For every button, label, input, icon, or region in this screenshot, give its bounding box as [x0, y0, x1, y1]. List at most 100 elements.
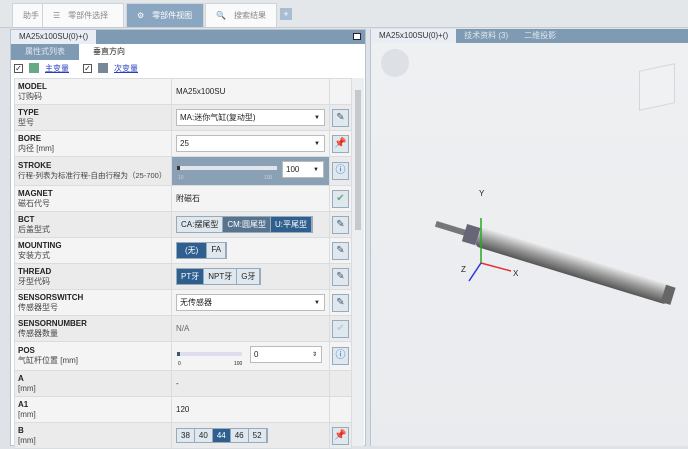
edit-button[interactable]: ✎: [332, 215, 349, 234]
parts-icon: ☰: [53, 11, 61, 20]
stroke-slider[interactable]: [177, 166, 277, 170]
z-axis: [468, 262, 482, 282]
option-pt[interactable]: PT牙: [177, 269, 205, 284]
chevron-down-icon: ▼: [313, 166, 319, 173]
cylinder-model[interactable]: [371, 43, 688, 443]
option-fa[interactable]: FA: [207, 243, 227, 258]
pos-value: 0: [254, 350, 259, 359]
row-name: SENSORNUMBER: [18, 318, 87, 328]
tab-3d-model[interactable]: MA25x100SU(0)+(): [371, 29, 457, 43]
subtab-list[interactable]: 属性式列表: [11, 44, 79, 60]
option-npt[interactable]: NPT牙: [204, 269, 238, 284]
info-button[interactable]: ⓘ: [332, 162, 349, 180]
row-name: STROKE: [18, 161, 52, 170]
model-value: MA25x100SU: [171, 78, 330, 105]
row-desc: 牙型代码: [18, 276, 50, 286]
table-row: SENSORNUMBER 传感器数量 N/A ✔: [14, 315, 352, 342]
a1-value: 120: [171, 396, 330, 423]
table-row: POS 气缸杆位置 [mm] 0 100 0 ⇕ ⓘ: [14, 341, 352, 371]
option-44[interactable]: 44: [212, 429, 231, 442]
row-desc: 型号: [18, 117, 34, 127]
edit-button[interactable]: ✎: [332, 241, 349, 260]
row-name: TYPE: [18, 107, 39, 117]
row-desc: 传感器型号: [18, 302, 58, 312]
slider-max: 100: [264, 175, 273, 181]
vertical-scrollbar[interactable]: [352, 78, 364, 446]
option-46[interactable]: 46: [230, 429, 249, 442]
add-tab-button[interactable]: +: [280, 8, 292, 20]
primary-variable-checkbox[interactable]: ✓: [14, 63, 23, 73]
chevron-down-icon: ▼: [314, 299, 320, 306]
bore-select[interactable]: 25 ▼: [176, 135, 325, 152]
tab-label: 助手: [23, 11, 39, 20]
secondary-variable-checkbox[interactable]: ✓: [83, 63, 92, 73]
maximize-icon[interactable]: [353, 33, 361, 40]
tab-search-results[interactable]: 🔍 搜索结果: [205, 3, 277, 27]
top-tab-bar: 助手 ☰ 零部件选择 ⚙ 零部件视图 🔍 搜索结果 +: [0, 0, 688, 28]
table-row: A [mm] -: [14, 370, 352, 397]
tab-label: 零部件视图: [152, 11, 193, 20]
option-none[interactable]: (无): [177, 243, 208, 258]
pin-button[interactable]: 📌: [332, 426, 349, 445]
primary-variable-icon: [29, 63, 39, 73]
row-desc: [mm]: [18, 436, 36, 445]
slider-min: 0: [178, 361, 181, 367]
row-name: POS: [18, 346, 35, 355]
pos-input[interactable]: 0 ⇕: [250, 346, 322, 363]
table-row: BORE 内径 [mm] 25 ▼ 📌: [14, 130, 352, 157]
chevron-down-icon: ▼: [314, 140, 320, 147]
table-row: SENSORSWITCH 传感器型号 无传感器 ▼ ✎: [14, 289, 352, 316]
row-desc: 磁石代号: [18, 198, 50, 208]
edit-button[interactable]: ✎: [332, 293, 349, 312]
x-axis-label: X: [513, 269, 519, 278]
check-button[interactable]: ✔: [332, 189, 349, 208]
z-axis-label: Z: [461, 265, 466, 274]
edit-button[interactable]: ✎: [332, 267, 349, 286]
option-ca[interactable]: CA:摆尾型: [177, 217, 224, 232]
option-u[interactable]: U:平尾型: [271, 217, 313, 232]
panel-title[interactable]: MA25x100SU(0)+(): [11, 30, 97, 44]
primary-variable-link[interactable]: 主变量: [45, 63, 69, 74]
tab-tech-docs[interactable]: 技术资料 (3): [456, 29, 516, 43]
tab-part-selection[interactable]: ☰ 零部件选择: [42, 3, 124, 27]
option-g[interactable]: G牙: [237, 269, 261, 284]
scrollbar-thumb[interactable]: [355, 90, 361, 230]
info-button[interactable]: ⓘ: [332, 347, 349, 365]
check-button[interactable]: ✔: [332, 319, 349, 338]
magnet-value: 附磁石: [171, 185, 330, 212]
search-icon: 🔍: [216, 11, 226, 20]
row-desc: 后盖型式: [18, 224, 50, 234]
spinner-icon[interactable]: ⇕: [312, 351, 317, 358]
row-name: A1: [18, 400, 29, 409]
properties-table: MODEL 订购码 MA25x100SU TYPE 型号 MA:迷你气缸(复动型) ▼ ✎ …: [14, 78, 352, 449]
stroke-select[interactable]: 100 ▼: [282, 161, 324, 178]
secondary-variable-link[interactable]: 次变量: [114, 63, 138, 74]
pos-slider[interactable]: [177, 352, 242, 356]
properties-panel: MA25x100SU(0)+() 属性式列表 垂直方向 ✓ 主变量 ✓ 次变量 MOD…: [10, 29, 366, 449]
panel-header: MA25x100SU(0)+(): [11, 30, 365, 44]
a-value: -: [171, 370, 330, 397]
stroke-value: 100: [286, 165, 300, 174]
edit-button[interactable]: ✎: [332, 108, 349, 127]
sensor-select[interactable]: 无传感器 ▼: [176, 294, 325, 311]
row-desc: [mm]: [18, 384, 36, 393]
option-cm[interactable]: CM:圆尾型: [223, 217, 272, 232]
pin-button[interactable]: 📌: [332, 134, 349, 153]
chevron-down-icon: ▼: [314, 114, 320, 121]
option-40[interactable]: 40: [194, 429, 213, 442]
type-value: MA:迷你气缸(复动型): [180, 113, 256, 122]
row-desc: 内径 [mm]: [18, 143, 54, 153]
row-desc: 行程-列表为标准行程-自由行程为（25-700）: [18, 171, 167, 180]
option-52[interactable]: 52: [248, 429, 267, 442]
row-desc: 订购码: [18, 91, 42, 101]
tab-2d-projection[interactable]: 二维投影: [516, 29, 564, 43]
subtab-vertical[interactable]: 垂直方向: [79, 44, 139, 60]
row-name: MODEL: [18, 81, 47, 91]
tab-part-view[interactable]: ⚙ 零部件视图: [126, 3, 204, 27]
table-row: THREAD 牙型代码 PT牙 NPT牙 G牙 ✎: [14, 263, 352, 290]
type-select[interactable]: MA:迷你气缸(复动型) ▼: [176, 109, 325, 126]
row-name: THREAD: [18, 266, 52, 276]
secondary-variable-icon: [98, 63, 108, 73]
table-row: BCT 后盖型式 CA:摆尾型 CM:圆尾型 U:平尾型 ✎: [14, 211, 352, 238]
option-38[interactable]: 38: [177, 429, 195, 442]
